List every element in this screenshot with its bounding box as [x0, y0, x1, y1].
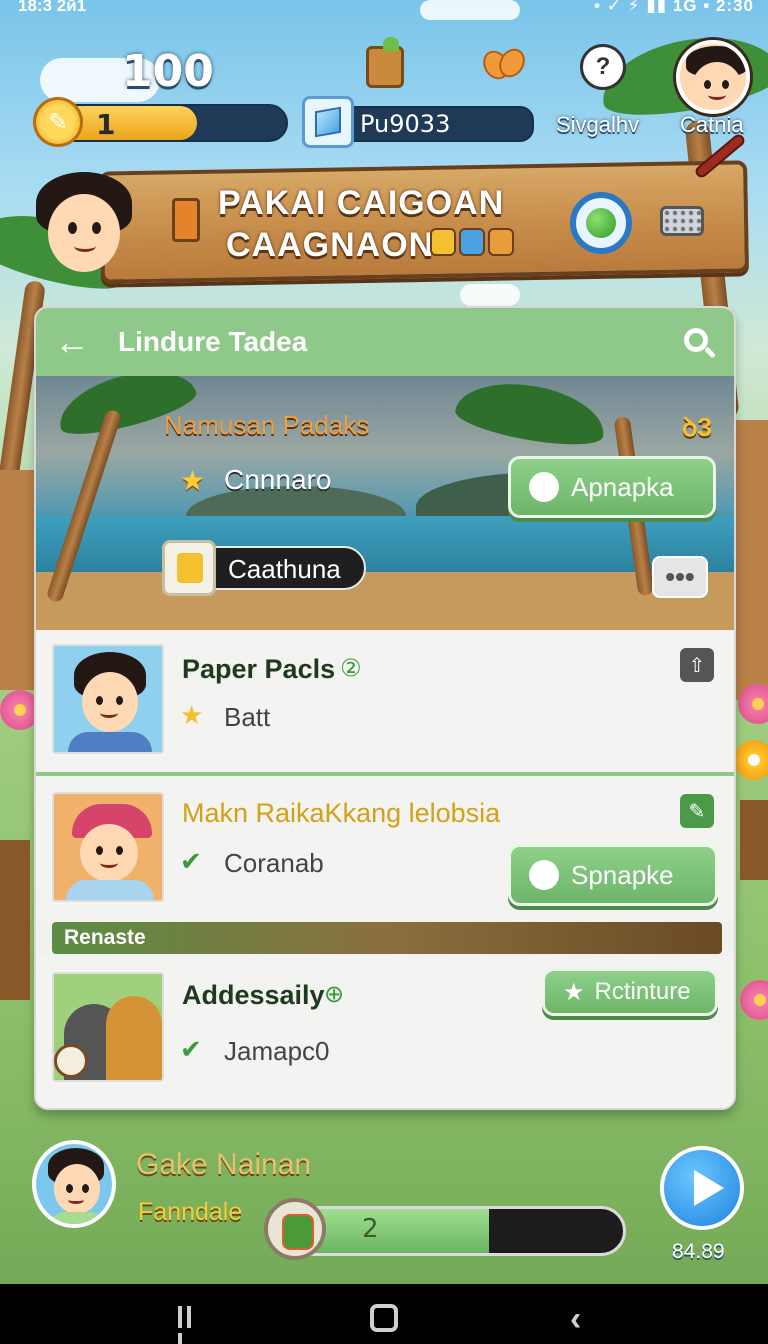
continue-button[interactable]: ★ Rctinture: [542, 968, 718, 1016]
speak-button[interactable]: Spnapke: [508, 844, 718, 906]
star-icon: ★: [180, 700, 204, 730]
play-button[interactable]: [660, 1146, 744, 1230]
edit-icon[interactable]: ✎: [680, 794, 714, 828]
continue-button-label: Rctinture: [594, 978, 691, 1005]
backpack-icon: [264, 1198, 326, 1260]
list-item[interactable]: Paper Pacls ② ★ Batt ⇧: [36, 630, 734, 772]
gem-icon[interactable]: [302, 96, 354, 148]
upload-icon[interactable]: ⇧: [680, 648, 714, 682]
item-thumbnail: [52, 972, 164, 1082]
bench: [740, 800, 768, 880]
item-title: Makn RaikaKkang lelobsia: [182, 798, 501, 828]
item-subtitle: Batt: [224, 702, 271, 732]
main-panel: ← Lindure Tadea Namusan Padaks ꝺ3 ★ Cnnn…: [34, 306, 736, 1110]
player-name: Gake Nainan: [136, 1148, 312, 1181]
item-subtitle: Coranab: [224, 848, 324, 878]
search-icon[interactable]: [680, 324, 718, 362]
speak-button-label: Spnapke: [571, 859, 674, 890]
back-icon[interactable]: ‹: [570, 1300, 581, 1339]
sun-icon: [430, 228, 456, 256]
star-icon: ★: [563, 978, 585, 1006]
status-time: 18:3 2й1: [18, 0, 87, 15]
back-arrow-icon[interactable]: ←: [54, 322, 94, 362]
section-label: Renaste: [52, 922, 722, 954]
sign-item-icons: [430, 228, 522, 262]
recent-apps-icon[interactable]: [178, 1306, 204, 1344]
profile-avatar[interactable]: [676, 40, 750, 114]
panel-title: Lindure Tadea: [118, 326, 308, 357]
character-avatar: [34, 166, 134, 284]
hero-banner: Namusan Padaks ꝺ3 ★ Cnnnaro Apnapka Caat…: [36, 376, 734, 630]
bench: [0, 840, 30, 1000]
status-icons: • ✓ ⚡ ▮▮ 1G ▪ 2:30: [594, 0, 754, 15]
flower: [734, 740, 768, 780]
hut: [736, 420, 768, 700]
play-value: 84.89: [672, 1240, 725, 1263]
help-label: Sivgalhv: [556, 112, 640, 137]
level-icon[interactable]: ✎: [33, 97, 83, 147]
checkmark-icon: ✔: [180, 846, 202, 876]
player-avatar[interactable]: [32, 1140, 116, 1228]
help-icon[interactable]: ?: [580, 44, 626, 90]
hero-title: Namusan Padaks: [164, 410, 370, 440]
status-bar: 18:3 2й1 • ✓ ⚡ ▮▮ 1G ▪ 2:30: [0, 0, 768, 18]
item-subtitle: Jamapc0: [224, 1036, 330, 1066]
shopping-bag-icon[interactable]: [366, 37, 404, 88]
more-options-button[interactable]: •••: [652, 556, 708, 598]
hero-subtitle: Cnnnaro: [224, 464, 332, 495]
hero-badge: ꝺ3: [681, 412, 712, 442]
verified-badge-icon: ②: [340, 655, 362, 682]
coin-count: 100: [122, 46, 214, 97]
call-button[interactable]: Apnapka: [508, 456, 716, 518]
profile-label: Catnia: [680, 112, 744, 137]
drink-icon: [172, 198, 200, 242]
butterfly-icon[interactable]: [478, 42, 530, 86]
call-button-label: Apnapka: [571, 471, 674, 502]
list-item[interactable]: Makn RaikaKkang lelobsia ✔ Coranab ✎ Spn…: [36, 776, 734, 922]
checkmark-icon: ✔: [180, 1034, 202, 1064]
keyboard-icon[interactable]: [660, 206, 704, 236]
panel-header: ← Lindure Tadea: [36, 308, 734, 376]
phone-icon: [529, 472, 559, 502]
map-search-icon[interactable]: [570, 192, 632, 254]
item-thumbnail: [52, 792, 164, 902]
star-icon: ★: [180, 465, 206, 496]
home-icon[interactable]: [370, 1304, 398, 1332]
cloud: [460, 284, 520, 306]
card-icon: [459, 228, 485, 256]
hut: [0, 470, 34, 690]
sign-title-line1: PAKAI CAIGOAN: [218, 184, 505, 222]
carrot-icon: [488, 228, 514, 256]
flower: [740, 980, 768, 1020]
list-item[interactable]: Addessaily ⊕ ✔ Jamapc0 ★ Rctinture: [36, 956, 734, 1108]
flower: [738, 684, 768, 724]
sign-title-line2: CAAGNAON: [226, 226, 435, 264]
item-thumbnail: [52, 644, 164, 754]
progress-value: 2: [362, 1214, 379, 1244]
xp-level: 1: [96, 108, 116, 141]
crown-icon: [162, 540, 216, 596]
activity-badge-icon: ⊕: [324, 981, 345, 1008]
hero-tag-label: Caathuna: [228, 554, 341, 584]
gem-count: Pu9033: [360, 110, 451, 138]
player-subtitle: Fanndale: [138, 1198, 243, 1226]
item-title: Addessaily: [182, 980, 325, 1010]
chat-icon: [529, 860, 559, 890]
item-title: Paper Pacls: [182, 654, 336, 684]
